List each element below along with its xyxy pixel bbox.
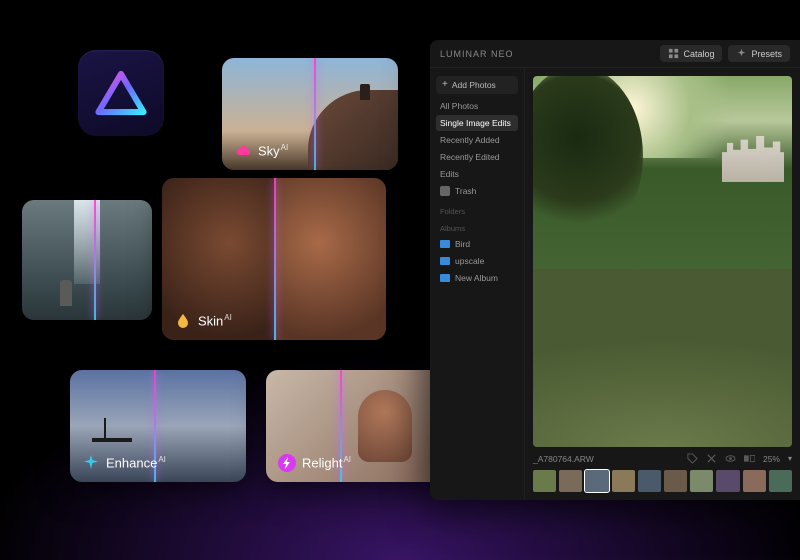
compare-slider[interactable] [314,58,316,170]
sidebar-item-edits[interactable]: Edits [436,166,518,182]
filename-label: _A780764.ARW [533,454,594,464]
sidebar-item-recently-edited[interactable]: Recently Edited [436,149,518,165]
filmstrip [533,470,792,492]
feature-card-enhance[interactable]: EnhanceAI [70,370,246,482]
zoom-level[interactable]: 25% [763,454,780,464]
editor-sidebar: + Add Photos All Photos Single Image Edi… [430,68,525,500]
main-photo[interactable] [533,76,792,447]
feature-card-sky[interactable]: SkyAI [222,58,398,170]
waterfall-preview-image [22,200,152,320]
editor-window: Luminar Neo Catalog Presets + Add Photos… [430,40,800,500]
feature-label: RelightAI [302,455,351,470]
tag-icon[interactable] [687,453,698,464]
sidebar-album-bird[interactable]: Bird [436,236,518,252]
feature-label: SkinAI [198,313,232,328]
grid-icon [668,48,679,59]
feature-label: EnhanceAI [106,455,166,470]
folder-icon [440,240,450,248]
sidebar-album-upscale[interactable]: upscale [436,253,518,269]
compare-slider[interactable] [274,178,276,340]
thumbnail[interactable] [769,470,792,492]
catalog-button[interactable]: Catalog [660,45,722,62]
compare-icon[interactable] [744,453,755,464]
folder-icon [440,257,450,265]
thumbnail[interactable] [638,470,661,492]
thumbnail[interactable] [559,470,582,492]
editor-header: Luminar Neo Catalog Presets [430,40,800,68]
feature-card-waterfall[interactable] [22,200,152,320]
app-logo-icon [95,70,147,116]
thumbnail[interactable] [743,470,766,492]
chevron-down-icon[interactable]: ▾ [788,454,792,463]
thumbnail[interactable] [716,470,739,492]
eye-icon[interactable] [725,453,736,464]
thumbnail[interactable] [585,470,608,492]
feature-card-relight[interactable]: RelightAI [266,370,442,482]
folder-icon [440,274,450,282]
sidebar-item-single-image-edits[interactable]: Single Image Edits [436,115,518,131]
app-icon [78,50,164,136]
sidebar-section-folders: Folders [440,207,518,216]
editor-title: Luminar Neo [440,49,514,59]
droplet-icon [174,312,192,330]
trash-icon [440,186,450,196]
editor-viewer: _A780764.ARW 25% ▾ [525,68,800,500]
feature-card-skin[interactable]: SkinAI [162,178,386,340]
close-icon[interactable] [706,453,717,464]
sidebar-item-trash[interactable]: Trash [436,183,518,199]
presets-button[interactable]: Presets [728,45,790,62]
sidebar-item-recently-added[interactable]: Recently Added [436,132,518,148]
compare-slider[interactable] [94,200,96,320]
sparkle-icon [82,454,100,472]
sidebar-album-new-album[interactable]: New Album [436,270,518,286]
thumbnail[interactable] [664,470,687,492]
feature-label: SkyAI [258,143,288,158]
sidebar-section-albums: Albums [440,224,518,233]
thumbnail[interactable] [690,470,713,492]
thumbnail[interactable] [612,470,635,492]
sparkle-icon [736,48,747,59]
add-photos-button[interactable]: + Add Photos [436,76,518,94]
cloud-icon [234,142,252,160]
bolt-icon [278,454,296,472]
sidebar-item-all-photos[interactable]: All Photos [436,98,518,114]
thumbnail[interactable] [533,470,556,492]
plus-icon: + [442,80,448,90]
